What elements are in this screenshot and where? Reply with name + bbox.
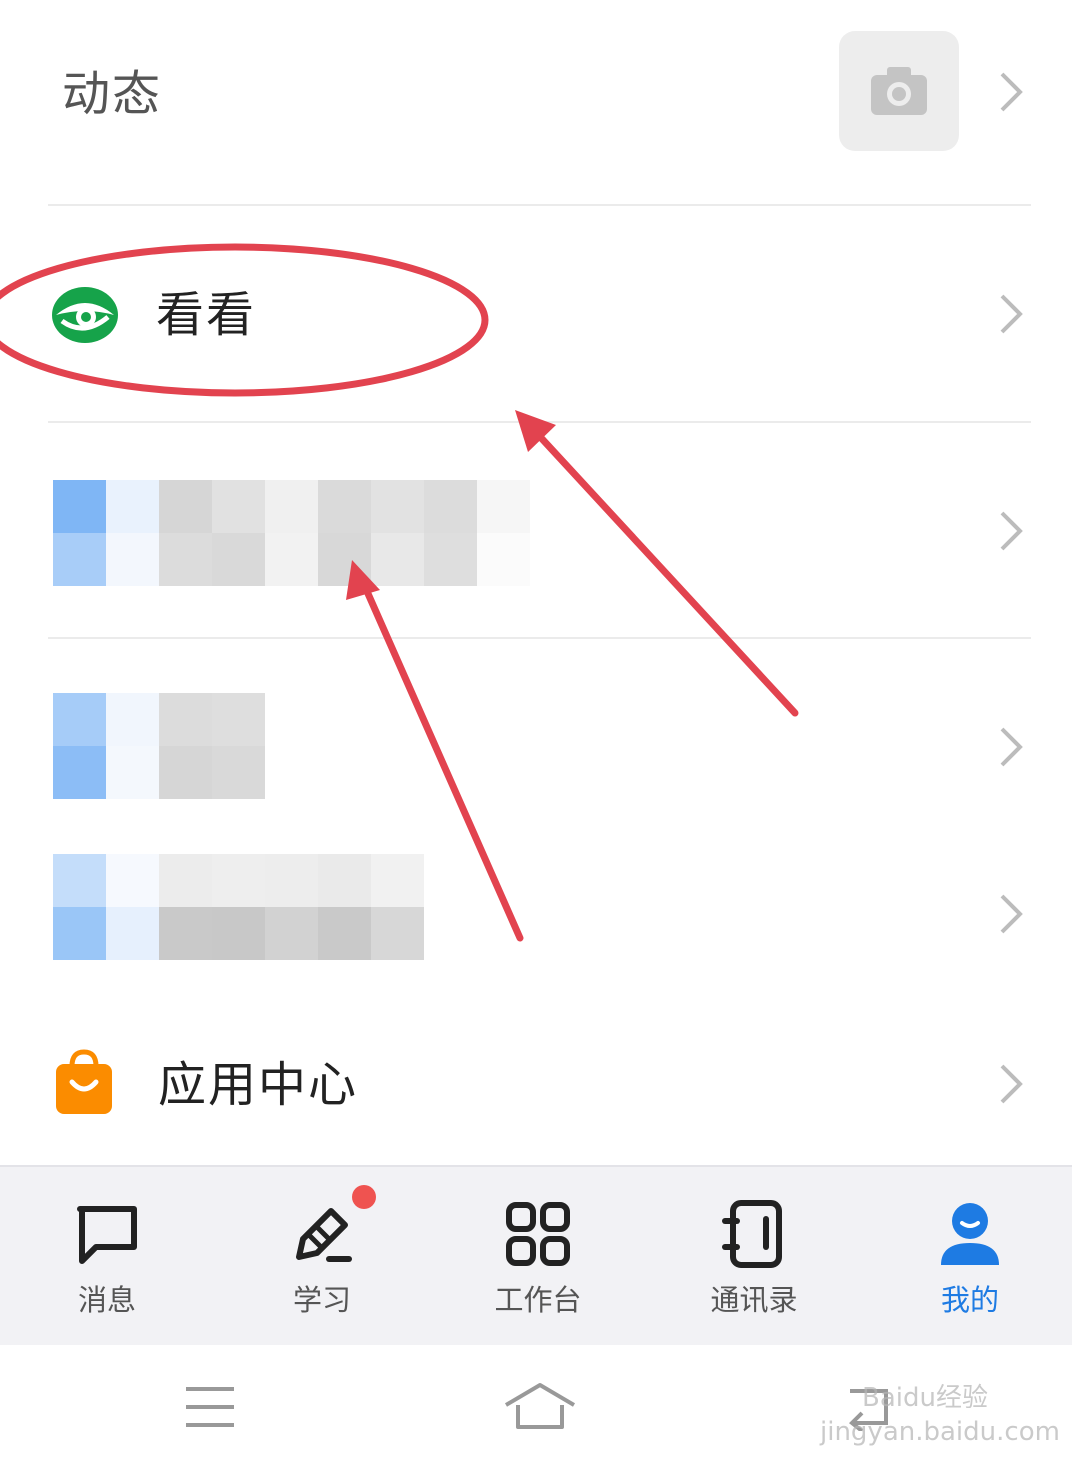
row-app-center-label: 应用中心 xyxy=(158,1057,359,1113)
bottom-tab-bar: 消息 学习 工作台 通讯录 我的 xyxy=(0,1165,1072,1347)
tab-me-label: 我的 xyxy=(940,1283,999,1317)
study-notification-badge xyxy=(352,1185,376,1209)
tab-messages[interactable]: 消息 xyxy=(17,1167,197,1347)
redacted-row-1-chevron-icon[interactable] xyxy=(990,507,1030,555)
tab-messages-label: 消息 xyxy=(77,1283,136,1317)
divider xyxy=(48,637,1031,639)
user-icon xyxy=(935,1199,1005,1269)
row-kankan-chevron-icon[interactable] xyxy=(990,290,1030,338)
annotation-arrow-1 xyxy=(528,424,799,717)
tab-study-label: 学习 xyxy=(292,1283,351,1317)
watermark: Baidu经验 jingyan.baidu.com xyxy=(820,1383,1060,1447)
row-kankan-label: 看看 xyxy=(156,287,257,343)
system-navigation-bar: Baidu经验 jingyan.baidu.com xyxy=(0,1345,1072,1472)
tab-me[interactable]: 我的 xyxy=(880,1167,1060,1347)
eye-icon xyxy=(50,285,120,345)
divider xyxy=(48,421,1031,423)
redacted-row-2-content[interactable] xyxy=(53,693,265,799)
row-dongtai-label[interactable]: 动态 xyxy=(62,66,162,122)
grid-icon xyxy=(503,1199,573,1269)
redacted-row-2-chevron-icon[interactable] xyxy=(990,723,1030,771)
tab-contacts[interactable]: 通讯录 xyxy=(664,1167,844,1347)
row-dongtai-chevron-icon[interactable] xyxy=(990,68,1030,116)
tab-contacts-label: 通讯录 xyxy=(710,1283,798,1317)
tab-workbench[interactable]: 工作台 xyxy=(448,1167,628,1347)
tab-workbench-label: 工作台 xyxy=(494,1283,582,1317)
home-icon[interactable] xyxy=(500,1381,580,1433)
row-app-center-chevron-icon[interactable] xyxy=(990,1060,1030,1108)
menu-icon[interactable] xyxy=(180,1385,240,1429)
camera-button[interactable] xyxy=(839,31,959,151)
redacted-row-3-content[interactable] xyxy=(53,854,424,960)
redacted-row-1-content[interactable] xyxy=(53,480,530,586)
redacted-row-3-chevron-icon[interactable] xyxy=(990,890,1030,938)
message-icon xyxy=(72,1199,142,1269)
pencil-icon xyxy=(287,1199,357,1269)
shopping-bag-icon xyxy=(54,1048,114,1116)
tab-study[interactable]: 学习 xyxy=(232,1167,412,1347)
contacts-icon xyxy=(719,1199,789,1269)
camera-icon xyxy=(871,67,927,115)
